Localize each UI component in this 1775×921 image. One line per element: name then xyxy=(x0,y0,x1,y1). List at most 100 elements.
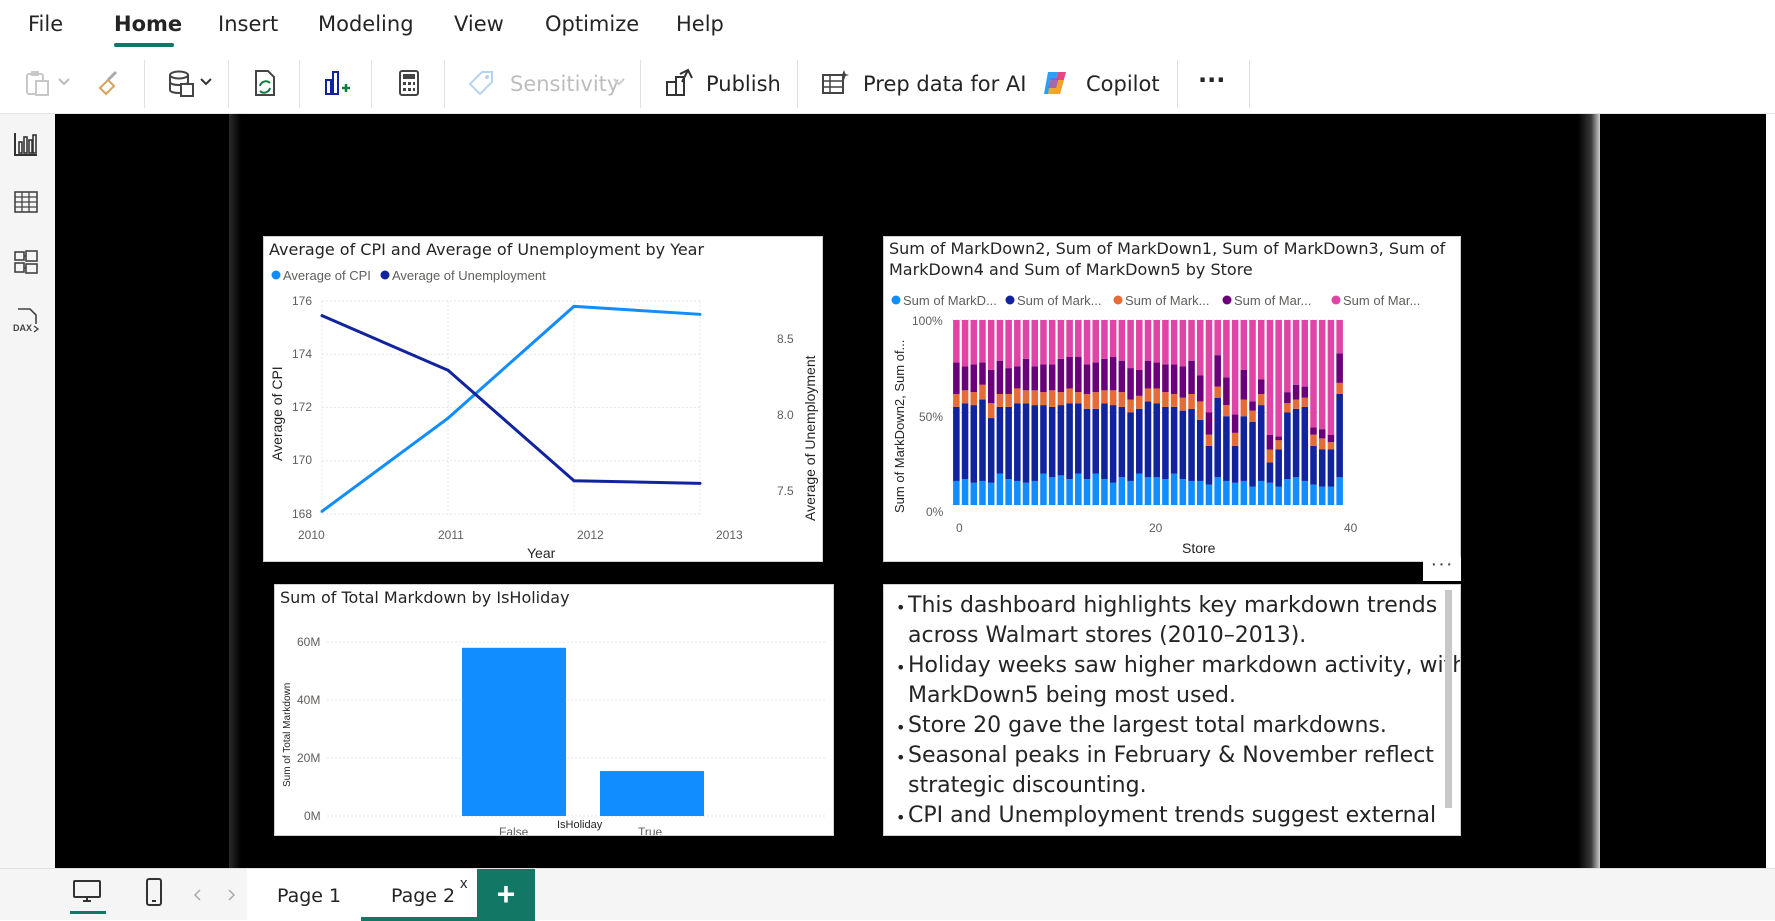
menu-modeling[interactable]: Modeling xyxy=(318,12,414,36)
refresh-icon[interactable] xyxy=(250,68,280,98)
bar-segment xyxy=(1231,414,1239,433)
page-tab-1[interactable]: Page 1 xyxy=(247,869,361,921)
legend-entry[interactable]: Sum of Mark... xyxy=(1125,293,1210,308)
publish-button[interactable]: Publish xyxy=(706,72,781,96)
bar-segment xyxy=(1057,320,1065,359)
bar-segment xyxy=(1092,320,1099,363)
bar-segment xyxy=(1153,477,1160,505)
bar-segment xyxy=(1327,449,1335,487)
bar-segment xyxy=(1327,486,1335,505)
bar-segment xyxy=(1162,406,1169,480)
x-tick-label: 40 xyxy=(1344,521,1358,535)
bar-segment xyxy=(1014,320,1021,367)
x-tick-label: 0 xyxy=(956,521,963,535)
legend-marker xyxy=(271,270,281,280)
narrative-textbox[interactable]: • This dashboard highlights key markdown… xyxy=(883,584,1461,836)
bar-segment xyxy=(1310,484,1317,505)
bar-segment xyxy=(1205,484,1213,505)
desktop-layout-icon[interactable] xyxy=(72,879,102,905)
stacked-column-visual[interactable]: Sum of MarkDown2, Sum of MarkDown1, Sum … xyxy=(883,236,1461,562)
chart-title: Average of CPI and Average of Unemployme… xyxy=(269,240,705,259)
model-view-icon[interactable] xyxy=(12,248,40,276)
copilot-icon[interactable] xyxy=(1040,68,1070,98)
calculator-icon[interactable] xyxy=(394,68,424,98)
textbox-scrollbar[interactable] xyxy=(1445,590,1452,808)
publish-icon[interactable] xyxy=(664,68,694,98)
bar-segment xyxy=(1310,445,1317,485)
paste-icon[interactable] xyxy=(22,68,52,98)
prep-data-for-ai-button[interactable]: Prep data for AI xyxy=(863,72,1026,96)
y-tick-label: 100% xyxy=(912,314,943,328)
menu-home[interactable]: Home xyxy=(114,12,182,36)
bar-segment xyxy=(1205,434,1213,446)
report-view-icon[interactable] xyxy=(12,130,40,158)
table-view-icon[interactable] xyxy=(12,188,40,216)
bar-segment xyxy=(1040,320,1047,365)
line-chart-visual[interactable]: Average of CPI and Average of Unemployme… xyxy=(263,236,823,562)
bar-segment xyxy=(1101,403,1108,480)
menu-optimize[interactable]: Optimize xyxy=(545,12,639,36)
bar-segment xyxy=(1153,388,1160,404)
bar-segment xyxy=(1022,358,1030,391)
more-options-button[interactable]: ··· xyxy=(1198,66,1225,94)
bar-segment xyxy=(1284,392,1291,404)
x-tick-label: 2010 xyxy=(298,528,325,542)
y-tick-label: 50% xyxy=(919,410,943,424)
menu-insert[interactable]: Insert xyxy=(218,12,278,36)
bar-segment xyxy=(1240,480,1248,505)
chevron-left-icon[interactable] xyxy=(193,889,203,901)
copilot-button[interactable]: Copilot xyxy=(1086,72,1160,96)
dax-query-view-icon[interactable]: DAX xyxy=(12,306,40,334)
bar-segment xyxy=(1214,355,1221,387)
bar-segment xyxy=(1197,320,1204,376)
menu-file[interactable]: File xyxy=(28,12,63,36)
legend-entry[interactable]: Sum of Mark... xyxy=(1017,293,1102,308)
holiday-bar-visual[interactable]: Sum of Total Markdown by IsHoliday 60M 4… xyxy=(274,584,834,836)
bar-segment xyxy=(1188,394,1195,409)
bar-segment xyxy=(1005,320,1012,369)
bar-segment xyxy=(1118,360,1126,393)
x-tick-label: False xyxy=(499,825,529,835)
bar-segment xyxy=(979,480,986,505)
chevron-down-icon[interactable] xyxy=(58,78,70,86)
legend-entry[interactable]: Sum of Mar... xyxy=(1343,293,1420,308)
database-icon[interactable] xyxy=(166,68,196,98)
chevron-right-icon[interactable] xyxy=(226,889,236,901)
bar-segment xyxy=(1101,479,1108,505)
bar-segment xyxy=(1266,462,1274,483)
bar-segment xyxy=(1109,482,1117,505)
add-page-button[interactable]: + xyxy=(477,869,535,921)
visual-more-options[interactable]: ··· xyxy=(1423,554,1461,581)
bar-segment xyxy=(1144,320,1152,361)
chevron-down-icon[interactable] xyxy=(200,78,212,86)
bar-segment xyxy=(1170,364,1178,394)
bar-segment xyxy=(1231,482,1239,505)
bar-segment xyxy=(1223,377,1230,406)
x-tick-label: 2011 xyxy=(438,528,464,542)
bar-segment xyxy=(1040,405,1047,474)
bar-segment xyxy=(987,369,995,404)
y-tick-label: 0% xyxy=(926,505,944,519)
bar-segment xyxy=(1162,392,1169,407)
bar-segment xyxy=(1310,320,1317,428)
menu-view[interactable]: View xyxy=(454,12,504,36)
mobile-layout-icon[interactable] xyxy=(145,877,163,907)
close-tab-icon[interactable]: x xyxy=(460,875,468,892)
bar-segment xyxy=(1188,360,1195,394)
new-visual-icon[interactable] xyxy=(322,68,352,98)
bar-segment xyxy=(1214,386,1221,398)
format-painter-icon[interactable] xyxy=(94,68,124,98)
bar-segment xyxy=(1310,427,1317,435)
prep-data-ai-icon[interactable] xyxy=(820,68,850,98)
bar-segment xyxy=(1197,401,1204,420)
bar-segment xyxy=(1109,390,1117,406)
y-axis-title: Sum of Total Markdown xyxy=(282,683,293,787)
menu-help[interactable]: Help xyxy=(676,12,724,36)
legend-entry[interactable]: Average of CPI xyxy=(283,268,371,283)
legend-entry[interactable]: Sum of Mar... xyxy=(1234,293,1311,308)
legend-entry[interactable]: Sum of MarkD... xyxy=(903,293,997,308)
bar-segment xyxy=(1040,364,1047,393)
legend-entry[interactable]: Average of Unemployment xyxy=(392,268,546,283)
bar-segment xyxy=(1336,477,1343,505)
bar-segment xyxy=(1162,320,1169,365)
